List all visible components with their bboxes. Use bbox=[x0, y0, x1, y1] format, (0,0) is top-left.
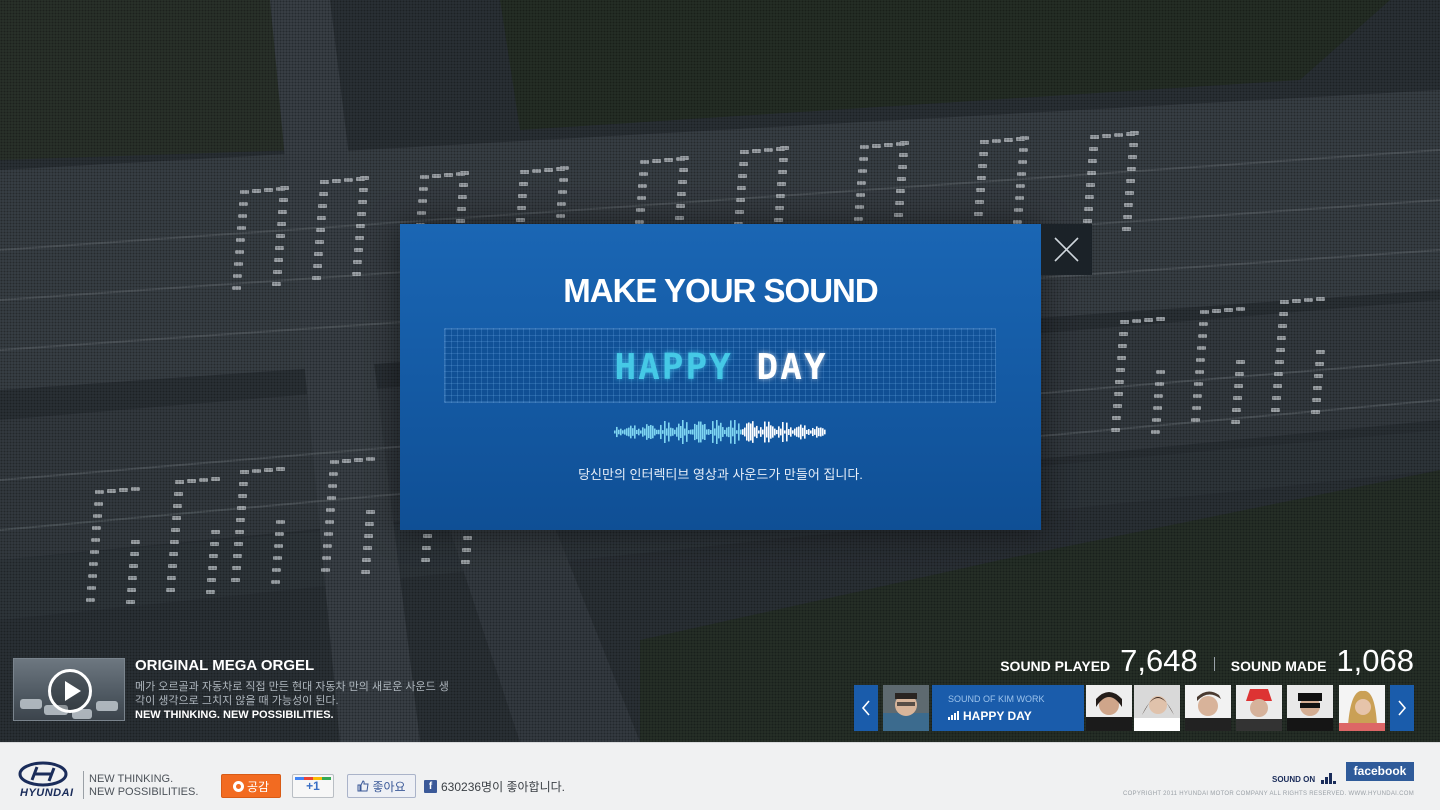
carousel-prev-button[interactable] bbox=[854, 685, 878, 731]
person-avatar-icon bbox=[1134, 685, 1180, 731]
hyundai-logo-icon[interactable] bbox=[18, 761, 68, 787]
sound-word-day: DAY bbox=[756, 347, 828, 388]
person-avatar-icon bbox=[1236, 685, 1282, 731]
sound-played-value: 7,648 bbox=[1120, 643, 1198, 678]
user-avatar[interactable] bbox=[1086, 685, 1132, 731]
sound-name-text: HAPPY DAY bbox=[445, 347, 997, 388]
thumbs-up-icon bbox=[357, 780, 370, 792]
person-avatar-icon bbox=[1086, 685, 1132, 731]
facebook-button[interactable]: facebook bbox=[1346, 762, 1414, 781]
carousel-next-button[interactable] bbox=[1390, 685, 1414, 731]
sound-played-label: SOUND PLAYED bbox=[1000, 658, 1111, 674]
sound-name-display: HAPPY DAY bbox=[444, 328, 996, 403]
promo-slogan: NEW THINKING. NEW POSSIBILITIES. bbox=[135, 709, 334, 721]
facebook-like-count-text: 630236명이 좋아합니다. bbox=[441, 780, 565, 794]
footer-slogan-line-1: NEW THINKING. bbox=[89, 773, 174, 785]
user-avatar[interactable] bbox=[1339, 685, 1385, 731]
plus-one-label: +1 bbox=[306, 779, 320, 793]
copyright-text: COPYRIGHT 2011 HYUNDAI MOTOR COMPANY ALL… bbox=[1122, 791, 1414, 797]
google-plus-one-button[interactable]: +1 bbox=[292, 774, 334, 798]
promo-title: ORIGINAL MEGA ORGEL bbox=[135, 657, 315, 674]
user-avatar[interactable] bbox=[1134, 685, 1180, 731]
current-sound-item[interactable]: SOUND OF KIM WORK HAPPY DAY bbox=[932, 685, 1084, 731]
equalizer-icon bbox=[948, 711, 959, 720]
user-avatar[interactable] bbox=[883, 685, 929, 731]
sound-on-label: SOUND ON bbox=[1272, 775, 1316, 784]
mega-orgel-video-thumbnail[interactable] bbox=[13, 658, 125, 721]
sound-made-label: SOUND MADE bbox=[1230, 658, 1327, 674]
gonggam-label: 공감 bbox=[246, 779, 270, 794]
user-avatar[interactable] bbox=[1287, 685, 1333, 731]
play-icon[interactable] bbox=[48, 669, 92, 713]
sound-bars-icon bbox=[1321, 773, 1337, 784]
waveform-icon bbox=[614, 420, 826, 444]
current-sound-title: HAPPY DAY bbox=[948, 709, 1032, 723]
modal-close-button[interactable] bbox=[1041, 224, 1092, 275]
modal-description: 당신만의 인터렉티브 영상과 사운드가 만들어 집니다. bbox=[578, 467, 863, 482]
footer-slogan-line-2: NEW POSSIBILITIES. bbox=[89, 786, 199, 798]
make-your-sound-modal: MAKE YOUR SOUND HAPPY DAY 당신만의 인터렉티브 영상과… bbox=[400, 224, 1041, 530]
facebook-icon: f bbox=[424, 780, 437, 793]
current-sound-title-text: HAPPY DAY bbox=[963, 709, 1032, 723]
person-avatar-icon bbox=[1287, 685, 1333, 731]
stats-divider bbox=[1213, 657, 1215, 671]
sound-word-happy: HAPPY bbox=[614, 347, 733, 388]
promo-description: 메가 오르골과 자동차로 직접 만든 현대 자동차 만의 새로운 사운드 생각이… bbox=[135, 681, 449, 707]
footer-slogan: NEW THINKING. NEW POSSIBILITIES. bbox=[89, 773, 198, 799]
gonggam-icon bbox=[232, 780, 244, 792]
current-sound-label: SOUND OF KIM WORK bbox=[948, 694, 1045, 704]
close-icon bbox=[1054, 237, 1079, 262]
footer-divider bbox=[83, 771, 84, 799]
person-avatar-icon bbox=[1339, 685, 1385, 731]
facebook-like-button[interactable]: 좋아요 bbox=[347, 774, 416, 798]
user-avatar[interactable] bbox=[1185, 685, 1231, 731]
person-avatar-icon bbox=[1185, 685, 1231, 731]
sound-toggle[interactable]: SOUND ON bbox=[1272, 773, 1337, 784]
footer-bar: HYUNDAI NEW THINKING. NEW POSSIBILITIES.… bbox=[0, 742, 1440, 810]
user-avatar[interactable] bbox=[1236, 685, 1282, 731]
chevron-right-icon bbox=[1398, 700, 1407, 716]
gonggam-button[interactable]: 공감 bbox=[221, 774, 281, 798]
sound-stats: SOUND PLAYED 7,648 SOUND MADE 1,068 bbox=[1000, 643, 1414, 679]
user-sound-carousel: SOUND OF KIM WORK HAPPY DAY bbox=[854, 685, 1414, 731]
chevron-left-icon bbox=[861, 700, 870, 716]
sound-made-value: 1,068 bbox=[1336, 643, 1414, 678]
modal-title: MAKE YOUR SOUND bbox=[563, 272, 878, 309]
facebook-like-count: f 630236명이 좋아합니다. bbox=[424, 778, 565, 795]
like-label: 좋아요 bbox=[372, 779, 406, 794]
person-avatar-icon bbox=[883, 685, 929, 731]
hyundai-wordmark: HYUNDAI bbox=[20, 787, 74, 799]
